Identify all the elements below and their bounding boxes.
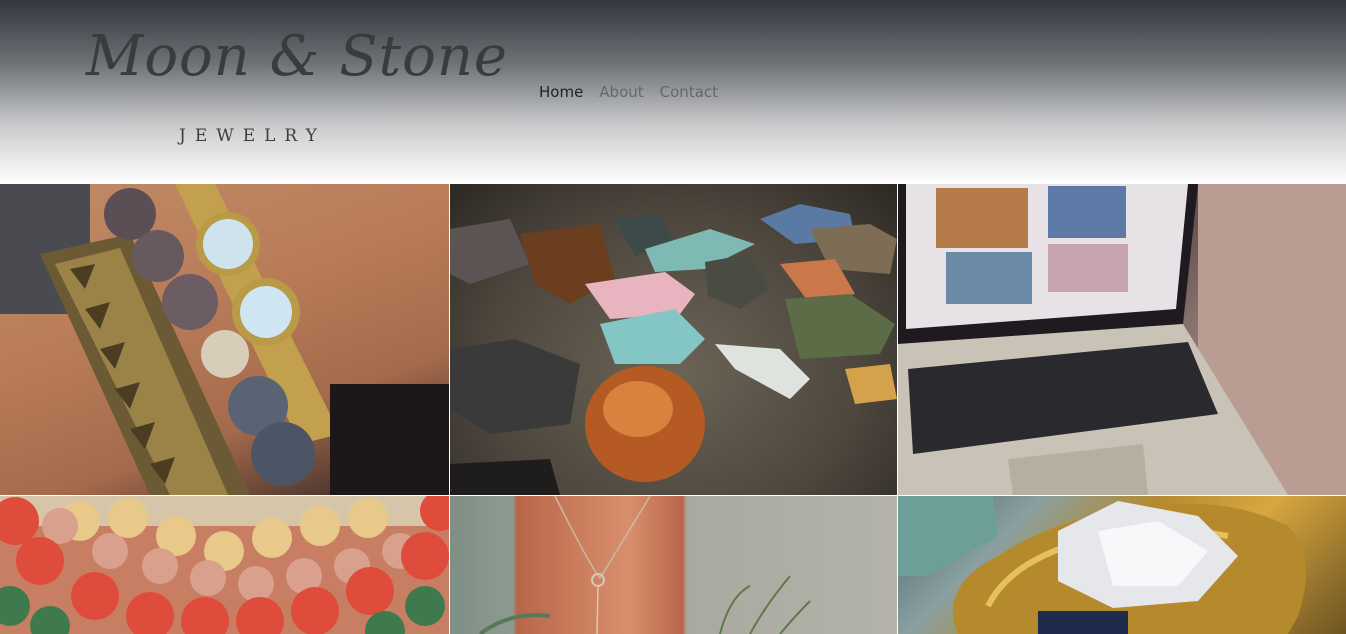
logo-subtitle: JEWELRY <box>179 126 326 146</box>
site-header: Moon & Stone JEWELRY Home About Contact <box>0 0 1346 184</box>
gallery-tile-laptop[interactable] <box>898 184 1346 495</box>
photo-gallery <box>0 184 1346 634</box>
beads-photo <box>0 496 449 634</box>
necklace-photo <box>478 496 811 634</box>
gallery-tile-bracelets[interactable] <box>0 184 449 495</box>
laptop-photo <box>898 184 1346 495</box>
nav-about[interactable]: About <box>599 83 643 101</box>
gallery-tile-crystal[interactable] <box>898 496 1346 634</box>
bracelets-photo <box>0 184 449 495</box>
nav-home[interactable]: Home <box>539 83 583 101</box>
site-logo[interactable]: Moon & Stone JEWELRY <box>82 18 507 158</box>
main-nav: Home About Contact <box>539 83 718 101</box>
gallery-tile-stones[interactable] <box>450 184 897 495</box>
stones-photo <box>450 204 897 495</box>
gallery-tile-beads[interactable] <box>0 496 449 634</box>
nav-contact[interactable]: Contact <box>660 83 718 101</box>
logo-script-text: Moon & Stone <box>86 24 509 89</box>
crystal-photo <box>898 496 1306 634</box>
gallery-tile-necklace[interactable] <box>450 496 897 634</box>
